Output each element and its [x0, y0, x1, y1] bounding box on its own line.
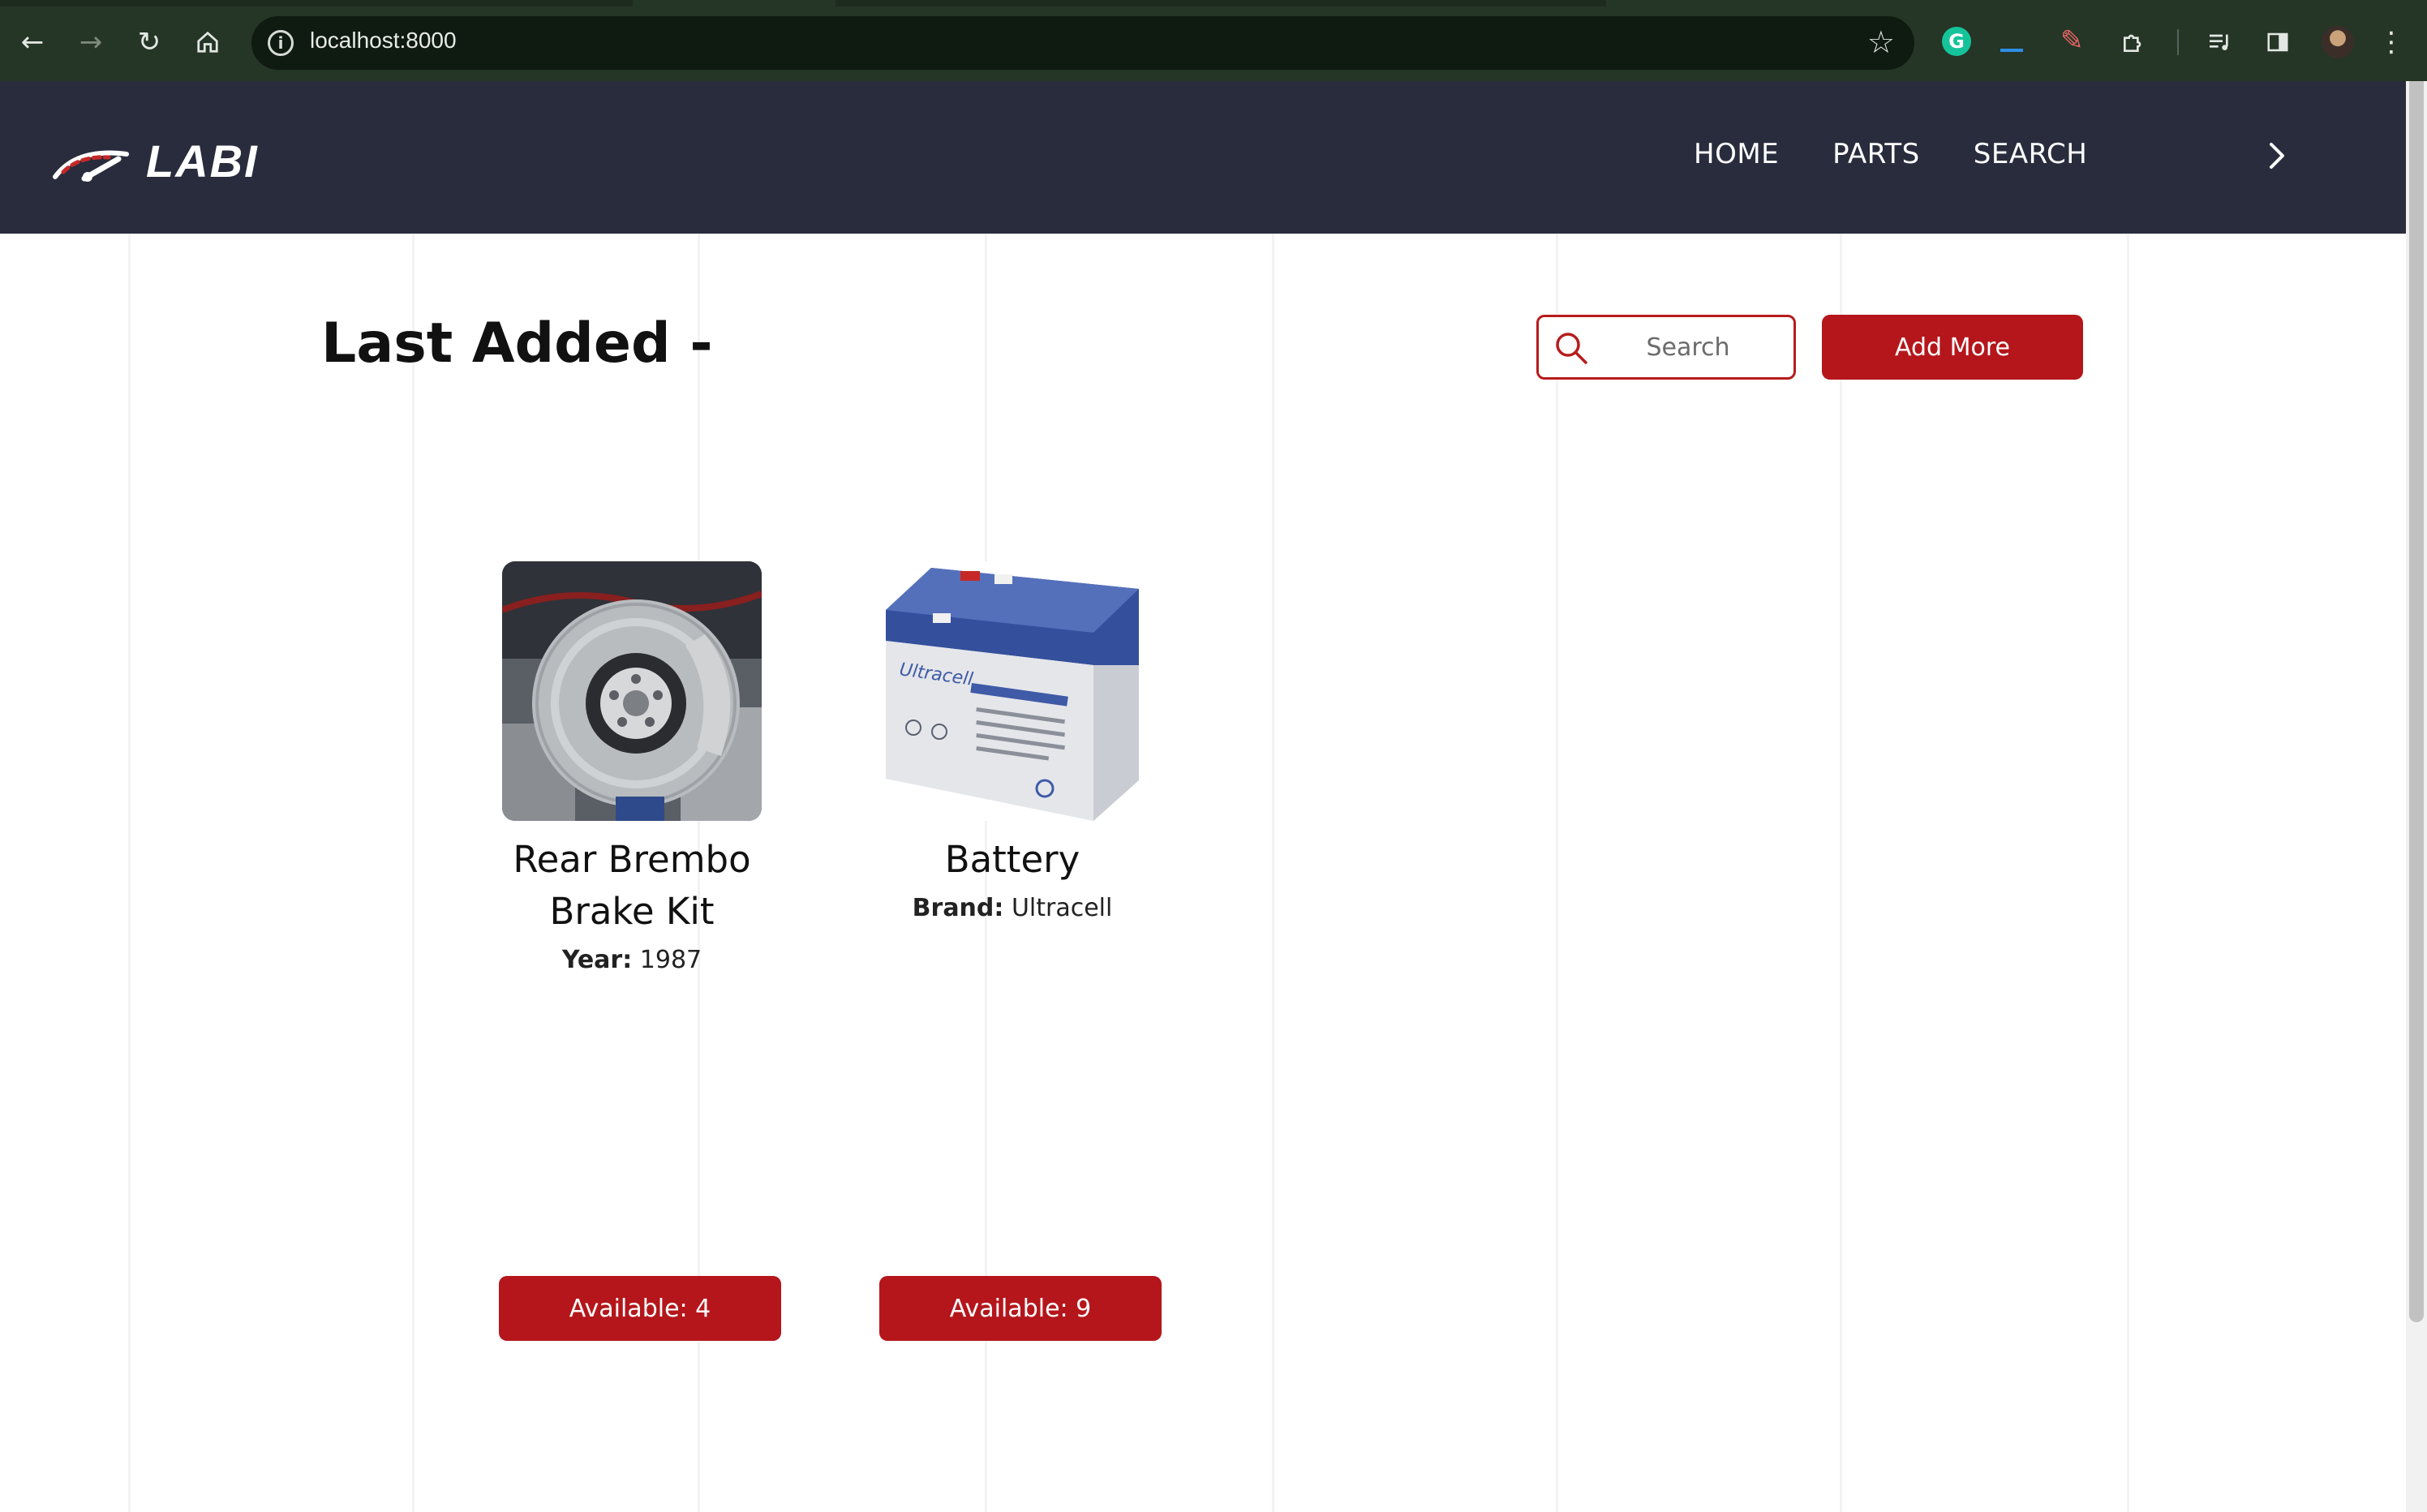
part-card[interactable]: Ultracell Battery Brand: Ultracell Avail…	[858, 561, 1166, 1341]
chevron-right-icon[interactable]	[2255, 131, 2297, 180]
tab-strip	[0, 0, 2427, 6]
side-panel-icon[interactable]	[2257, 21, 2299, 63]
page-scrollbar[interactable]	[2406, 81, 2427, 1512]
url-text[interactable]: localhost:8000	[310, 28, 457, 54]
part-name-line: Rear Brembo	[513, 838, 751, 881]
address-bar[interactable]: i localhost:8000 ☆	[251, 16, 1914, 70]
kebab-menu-icon[interactable]: ⋮	[2375, 21, 2408, 63]
scrollbar-thumb[interactable]	[2409, 81, 2424, 1322]
main-content: Last Added - Add More	[0, 234, 2406, 1512]
background-gridline	[412, 234, 415, 1512]
logo[interactable]: LABI	[52, 135, 259, 187]
back-icon[interactable]: ←	[11, 21, 54, 63]
grammarly-extension-icon[interactable]: G	[1942, 27, 1971, 56]
home-icon[interactable]	[187, 21, 229, 63]
add-more-button[interactable]: Add More	[1822, 315, 2083, 380]
part-year: Year: 1987	[478, 946, 786, 974]
brake-kit-image[interactable]	[502, 561, 762, 821]
forward-icon[interactable]: →	[70, 21, 112, 63]
nav-parts[interactable]: PARTS	[1832, 138, 1920, 170]
part-name-line: Brake Kit	[549, 890, 715, 933]
tab[interactable]	[633, 0, 835, 6]
search-input[interactable]	[1591, 324, 1785, 371]
battery-image[interactable]: Ultracell	[883, 561, 1142, 821]
part-name[interactable]: Battery	[858, 834, 1166, 886]
extension-icon[interactable]	[2000, 49, 2023, 52]
meta-value: Ultracell	[1011, 894, 1113, 922]
page-title: Last Added -	[321, 311, 713, 376]
meta-label: Brand:	[912, 894, 1004, 922]
profile-avatar[interactable]	[2322, 26, 2354, 58]
reload-icon[interactable]: ↻	[128, 21, 170, 63]
pen-extension-icon[interactable]: ✎	[2060, 24, 2084, 57]
site-header: LABI HOME PARTS SEARCH	[0, 81, 2406, 234]
nav-search[interactable]: SEARCH	[1974, 138, 2088, 170]
background-gridline	[1556, 234, 1558, 1512]
nav-home[interactable]: HOME	[1694, 138, 1779, 170]
meta-value: 1987	[639, 946, 702, 974]
main-nav: HOME PARTS SEARCH	[1694, 138, 2087, 170]
background-gridline	[1272, 234, 1274, 1512]
part-name[interactable]: Rear Brembo Brake Kit	[478, 834, 786, 938]
availability-button[interactable]: Available: 4	[499, 1276, 781, 1341]
speedometer-logo-icon	[53, 150, 129, 182]
toolbar-divider	[2177, 29, 2179, 55]
search-icon	[1556, 333, 1587, 364]
part-card[interactable]: Rear Brembo Brake Kit Year: 1987 Availab…	[478, 561, 786, 1341]
bookmark-star-icon[interactable]: ☆	[1867, 24, 1895, 60]
background-gridline	[2127, 234, 2129, 1512]
media-control-icon[interactable]	[2198, 21, 2240, 63]
tab[interactable]	[1606, 0, 2427, 6]
browser-chrome: ← → ↻ i localhost:8000 ☆ G ✎ ⋮	[0, 0, 2427, 81]
background-gridline	[1840, 234, 1842, 1512]
logo-text: LABI	[146, 135, 259, 187]
availability-button[interactable]: Available: 9	[879, 1276, 1162, 1341]
meta-label: Year:	[561, 946, 633, 974]
extensions-puzzle-icon[interactable]	[2112, 21, 2154, 63]
search-field[interactable]	[1536, 315, 1796, 380]
part-brand: Brand: Ultracell	[858, 894, 1166, 922]
background-gridline	[128, 234, 131, 1512]
site-info-icon[interactable]: i	[268, 30, 294, 56]
